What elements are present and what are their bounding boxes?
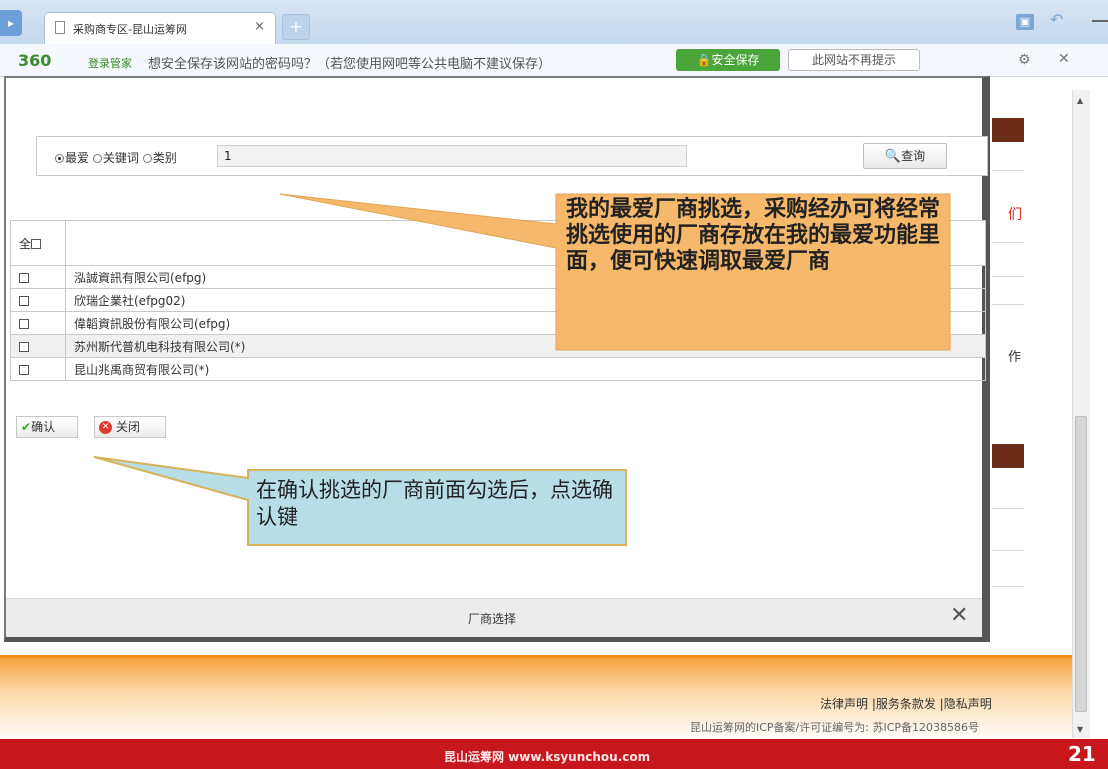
dialog-close-icon[interactable]: ✕ (950, 603, 968, 628)
row-checkbox-cell (10, 334, 66, 358)
dialog-footer: 厂商选择 ✕ (6, 598, 982, 637)
safe-save-label: 安全保存 (711, 53, 760, 67)
confirm-label: 确认 (31, 420, 56, 434)
browser-tab-bar: ▸ 采购商专区-昆山运筹网 × + ▣ ↶ (0, 0, 1108, 44)
background-row-divider (992, 170, 1024, 171)
360-logo: 360 (18, 51, 52, 70)
table-row: 偉韜資訊股份有限公司(efpg) (10, 311, 986, 335)
table-row: 欣瑞企業社(efpg02) (10, 288, 986, 312)
select-all-header: 全 (10, 220, 66, 266)
vendor-name: 昆山兆禹商贸有限公司(*) (65, 357, 986, 381)
row-checkbox-cell (10, 311, 66, 335)
favorites-callout-text: 我的最爱厂商挑选，采购经办可将经常挑选使用的厂商存放在我的最爱功能里面，便可快速… (566, 196, 941, 274)
restore-window-icon[interactable]: ▣ (1016, 14, 1034, 30)
row-checkbox[interactable] (19, 341, 29, 352)
tab-menu-button[interactable]: ▸ (0, 10, 22, 36)
password-save-bar: 360 登录管家 想安全保存该网站的密码吗？（若您使用网吧等公共电脑不建议保存）… (0, 44, 1108, 77)
background-row-divider (992, 550, 1024, 551)
vendor-name: 苏州斯代普机电科技有限公司(*) (65, 334, 986, 358)
background-row-divider (992, 304, 1024, 305)
browser-tab[interactable]: 采购商专区-昆山运筹网 × (44, 12, 276, 44)
slide-bottom-bar: 昆山运筹网 www.ksyunchou.com 21 (0, 739, 1108, 769)
table-row: 苏州斯代普机电科技有限公司(*) (10, 334, 986, 358)
search-mode-radios: 最爱 关键词 类别 (55, 149, 177, 166)
background-row-divider (992, 276, 1024, 277)
close-icon[interactable]: ✕ (1058, 51, 1070, 67)
search-panel: 最爱 关键词 类别 🔍查询 (36, 136, 988, 176)
footer-links[interactable]: 法律声明 |服务条款发 |隐私声明 (820, 695, 992, 712)
vendor-select-dialog: 最爱 关键词 类别 🔍查询 全 泓誠資訊有限公司(efpg) 欣瑞企業社(efp… (4, 76, 990, 642)
close-circle-icon: ✕ (99, 421, 112, 434)
minimize-icon[interactable] (1092, 20, 1108, 22)
confirm-callout-text: 在确认挑选的厂商前面勾选后，点选确认键 (256, 478, 613, 529)
row-checkbox[interactable] (19, 318, 29, 329)
table-row: 昆山兆禹商贸有限公司(*) (10, 357, 986, 381)
background-cell-text: 作 (1008, 350, 1022, 365)
radio-category[interactable] (142, 154, 152, 163)
background-row-divider (992, 242, 1024, 243)
select-all-checkbox[interactable] (31, 239, 42, 249)
dialog-title: 厂商选择 (468, 612, 517, 626)
scroll-thumb[interactable] (1075, 416, 1087, 712)
vendor-name: 偉韜資訊股份有限公司(efpg) (65, 311, 986, 335)
radio-favorites[interactable] (55, 154, 64, 163)
row-checkbox-cell (10, 265, 66, 289)
radio-keyword-label: 关键词 (102, 151, 139, 165)
select-all-label: 全 (19, 236, 32, 251)
radio-favorites-label: 最爱 (65, 151, 90, 165)
background-header-bar (992, 118, 1024, 142)
tab-close-icon[interactable]: × (254, 19, 265, 34)
confirm-button[interactable]: ✔确认 (16, 416, 78, 438)
query-button[interactable]: 🔍查询 (863, 143, 947, 169)
vendor-name: 欣瑞企業社(efpg02) (65, 288, 986, 312)
query-button-label: 查询 (901, 149, 926, 163)
safe-save-button[interactable]: 🔒安全保存 (676, 49, 780, 71)
site-name-url: 昆山运筹网 www.ksyunchou.com (444, 750, 651, 764)
background-row-divider (992, 508, 1024, 509)
background-row-divider (992, 586, 1024, 587)
new-tab-button[interactable]: + (282, 14, 310, 40)
logo-subtitle: 登录管家 (88, 57, 132, 70)
page-icon (55, 21, 65, 34)
row-checkbox-cell (10, 288, 66, 312)
radio-category-label: 类别 (152, 151, 177, 165)
row-checkbox-cell (10, 357, 66, 381)
background-header-bar (992, 444, 1024, 468)
password-prompt-text: 想安全保存该网站的密码吗？（若您使用网吧等公共电脑不建议保存） (148, 57, 552, 72)
background-red-text: 们 (1008, 207, 1022, 223)
checkmark-icon: ✔ (21, 420, 32, 434)
gear-icon[interactable]: ⚙ (1018, 52, 1031, 68)
search-icon: 🔍 (884, 149, 902, 164)
close-label: 关闭 (115, 420, 140, 434)
scroll-up-arrow-icon[interactable]: ▲ (1077, 96, 1083, 105)
tab-title: 采购商专区-昆山运筹网 (73, 23, 187, 36)
row-checkbox[interactable] (19, 295, 29, 306)
page-scrollbar[interactable]: ▲ ▼ (1072, 90, 1090, 738)
footer-icp-text: 昆山运筹网的ICP备案/许可证编号为: 苏ICP备12038586号 (690, 721, 980, 734)
scroll-down-arrow-icon[interactable]: ▼ (1077, 725, 1083, 734)
close-button[interactable]: ✕ 关闭 (94, 416, 166, 438)
never-remind-button[interactable]: 此网站不再提示 (788, 49, 920, 71)
row-checkbox[interactable] (19, 272, 29, 283)
slide-number: 21 (1068, 742, 1096, 766)
search-input[interactable] (217, 145, 687, 167)
undo-arrow-icon[interactable]: ↶ (1050, 10, 1063, 29)
radio-keyword[interactable] (92, 154, 102, 163)
row-checkbox[interactable] (19, 364, 29, 375)
